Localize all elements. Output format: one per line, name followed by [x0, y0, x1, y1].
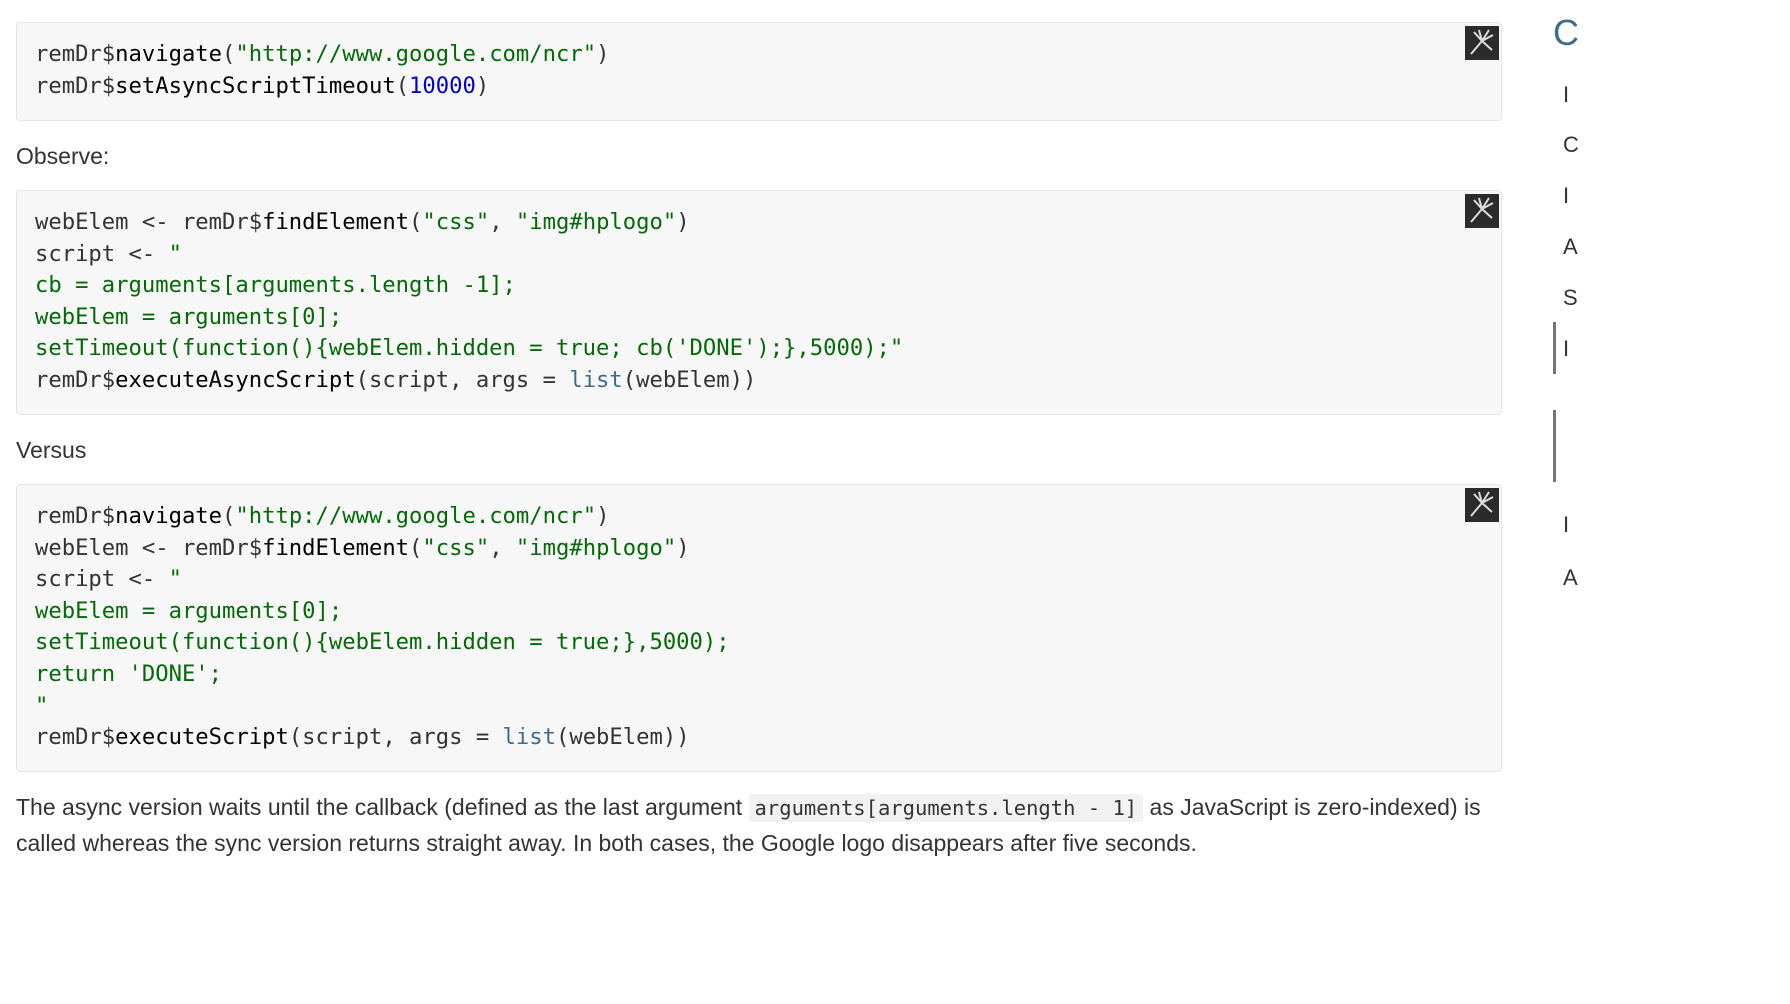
versus-label: Versus	[16, 437, 87, 463]
code-token: )	[676, 209, 690, 235]
main-content: remDr$navigate("http://www.google.com/nc…	[16, 0, 1502, 861]
toc-item-active[interactable]: I	[1563, 336, 1569, 362]
explanation-paragraph: The async version waits until the callba…	[16, 790, 1502, 861]
copy-clipboard-icon	[1465, 26, 1499, 60]
toc-item[interactable]: A	[1563, 565, 1578, 591]
code-token: (	[409, 209, 423, 235]
code-token: (webElem))	[555, 724, 690, 751]
code-token: script <-	[35, 566, 169, 593]
code-token: "img#hplogo"	[515, 209, 677, 235]
code-block-navigate: remDr$navigate("http://www.google.com/nc…	[16, 22, 1502, 121]
copy-clipboard-icon	[1465, 194, 1499, 228]
code-line: setTimeout(function(){webElem.hidden = t…	[35, 333, 1441, 365]
code-token: remDr$	[35, 503, 116, 529]
code-token: navigate	[115, 41, 223, 67]
table-of-contents: C I C I A S I I A	[1545, 0, 1790, 1004]
toc-item[interactable]: A	[1563, 234, 1578, 260]
code-token: (	[222, 41, 236, 67]
code-line: remDr$executeAsyncScript(script, args = …	[35, 365, 1441, 397]
code-line: remDr$executeScript(script, args = list(…	[35, 722, 1441, 754]
code-token: webElem = arguments[0];	[35, 303, 343, 330]
code-line: webElem <- remDr$findElement("css", "img…	[35, 533, 1441, 565]
code-line: cb = arguments[arguments.length -1];	[35, 270, 1441, 302]
code-token: "	[35, 692, 49, 719]
code-token: )	[596, 41, 610, 67]
code-token: (	[222, 503, 236, 529]
code-token: ,	[489, 209, 516, 235]
code-line: return 'DONE';	[35, 659, 1441, 691]
code-token: return 'DONE';	[35, 660, 223, 687]
toc-item[interactable]: S	[1563, 285, 1578, 311]
code-token: (	[409, 534, 423, 561]
code-token: setAsyncScriptTimeout	[115, 72, 396, 99]
code-line: webElem <- remDr$findElement("css", "img…	[35, 207, 1441, 239]
code-lines: webElem <- remDr$findElement("css", "img…	[35, 207, 1441, 397]
copy-code-button[interactable]	[1465, 488, 1499, 522]
copy-code-button[interactable]	[1465, 194, 1499, 228]
code-token: script <-	[35, 240, 169, 267]
code-token: webElem = arguments[0];	[35, 597, 343, 624]
toc-item[interactable]: I	[1563, 512, 1569, 538]
code-token: (webElem))	[622, 366, 757, 393]
code-line: webElem = arguments[0];	[35, 302, 1441, 334]
code-token: findElement	[262, 534, 410, 561]
toc-active-indicator	[1553, 322, 1556, 374]
toc-title: C	[1553, 12, 1579, 53]
code-token: 10000	[409, 72, 476, 99]
code-token: "	[168, 566, 182, 593]
code-token: "css"	[422, 209, 490, 235]
observe-label: Observe:	[16, 143, 110, 169]
code-line: webElem = arguments[0];	[35, 596, 1441, 628]
code-token: webElem <- remDr$	[35, 534, 263, 561]
code-lines: remDr$navigate("http://www.google.com/nc…	[35, 39, 1441, 102]
code-line: remDr$navigate("http://www.google.com/nc…	[35, 39, 1441, 71]
code-line: remDr$setAsyncScriptTimeout(10000)	[35, 71, 1441, 103]
code-token: (script, args =	[355, 366, 570, 393]
code-line: setTimeout(function(){webElem.hidden = t…	[35, 627, 1441, 659]
paragraph-text-start: The async version waits until the callba…	[16, 794, 749, 820]
code-token: cb = arguments[arguments.length -1];	[35, 272, 516, 299]
code-token: list	[569, 366, 623, 393]
code-token: ,	[489, 534, 516, 561]
code-token: setTimeout(function(){webElem.hidden = t…	[35, 629, 730, 656]
code-token: )	[596, 503, 610, 529]
code-token: remDr$	[35, 724, 116, 751]
code-token: navigate	[115, 503, 223, 529]
code-token: executeScript	[115, 724, 289, 751]
code-token: "	[168, 240, 182, 267]
code-block-sync-script: remDr$navigate("http://www.google.com/nc…	[16, 484, 1502, 772]
code-token: "css"	[422, 534, 490, 561]
code-token: remDr$	[35, 41, 116, 67]
code-block-async-script: webElem <- remDr$findElement("css", "img…	[16, 190, 1502, 415]
copy-code-button[interactable]	[1465, 26, 1499, 60]
code-token: (	[395, 72, 410, 99]
code-line: script <- "	[35, 239, 1441, 271]
code-token: remDr$	[35, 366, 116, 393]
code-token: setTimeout(function(){webElem.hidden = t…	[35, 335, 904, 362]
code-token: webElem <- remDr$	[35, 209, 263, 235]
toc-item[interactable]: I	[1563, 183, 1569, 209]
inline-code: arguments[arguments.length - 1]	[748, 794, 1144, 822]
code-line: script <- "	[35, 564, 1441, 596]
code-token: )	[475, 72, 490, 99]
code-token: "http://www.google.com/ncr"	[235, 503, 597, 529]
code-lines: remDr$navigate("http://www.google.com/nc…	[35, 501, 1441, 754]
toc-item[interactable]: C	[1563, 132, 1579, 158]
code-token: executeAsyncScript	[115, 366, 356, 393]
copy-clipboard-icon	[1465, 488, 1499, 522]
toc-item[interactable]: I	[1563, 82, 1569, 108]
code-token: (script, args =	[288, 724, 503, 751]
code-token: "img#hplogo"	[515, 534, 677, 561]
code-line: "	[35, 691, 1441, 723]
code-token: "http://www.google.com/ncr"	[235, 41, 597, 67]
code-token: list	[502, 724, 556, 751]
code-token: remDr$	[35, 72, 116, 99]
code-token: )	[676, 534, 690, 561]
toc-sub-indicator	[1553, 410, 1556, 482]
code-token: findElement	[262, 209, 410, 235]
code-line: remDr$navigate("http://www.google.com/nc…	[35, 501, 1441, 533]
